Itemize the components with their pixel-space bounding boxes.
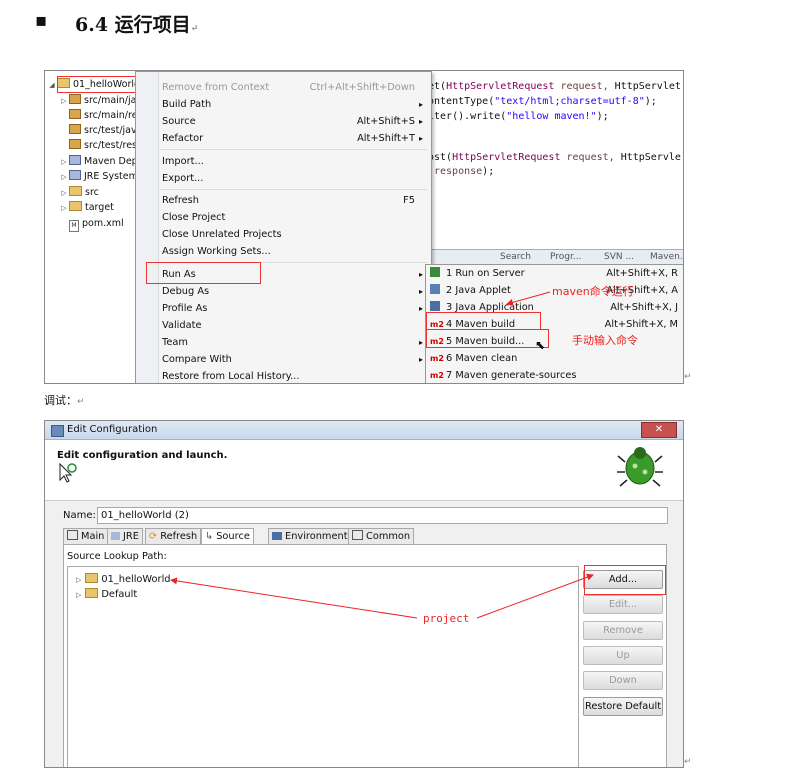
mouse-cursor-icon: ⬉ xyxy=(535,338,546,352)
debug-label: 调试：↵ xyxy=(44,394,85,407)
annotation-maven-cmd: maven命令运行 xyxy=(552,285,634,298)
arrow-to-add xyxy=(476,573,594,619)
annotation-arrows-2 xyxy=(170,573,594,619)
edit-configuration-dialog: Edit Configuration ✕ Edit configuration … xyxy=(44,420,684,768)
heading-text: 6.4 运行项目↵ xyxy=(75,14,199,36)
arrow-to-maven-build xyxy=(506,291,551,306)
annotation-project: project xyxy=(423,612,470,625)
annotation-manual-cmd: 手动输入命令 xyxy=(572,334,638,347)
eclipse-run-as-screenshot: ◢ 01_helloWorld ▷ src/main/java src/main/r… xyxy=(44,70,684,384)
arrow-to-project xyxy=(170,577,418,619)
bullet: ▪ xyxy=(35,10,48,31)
